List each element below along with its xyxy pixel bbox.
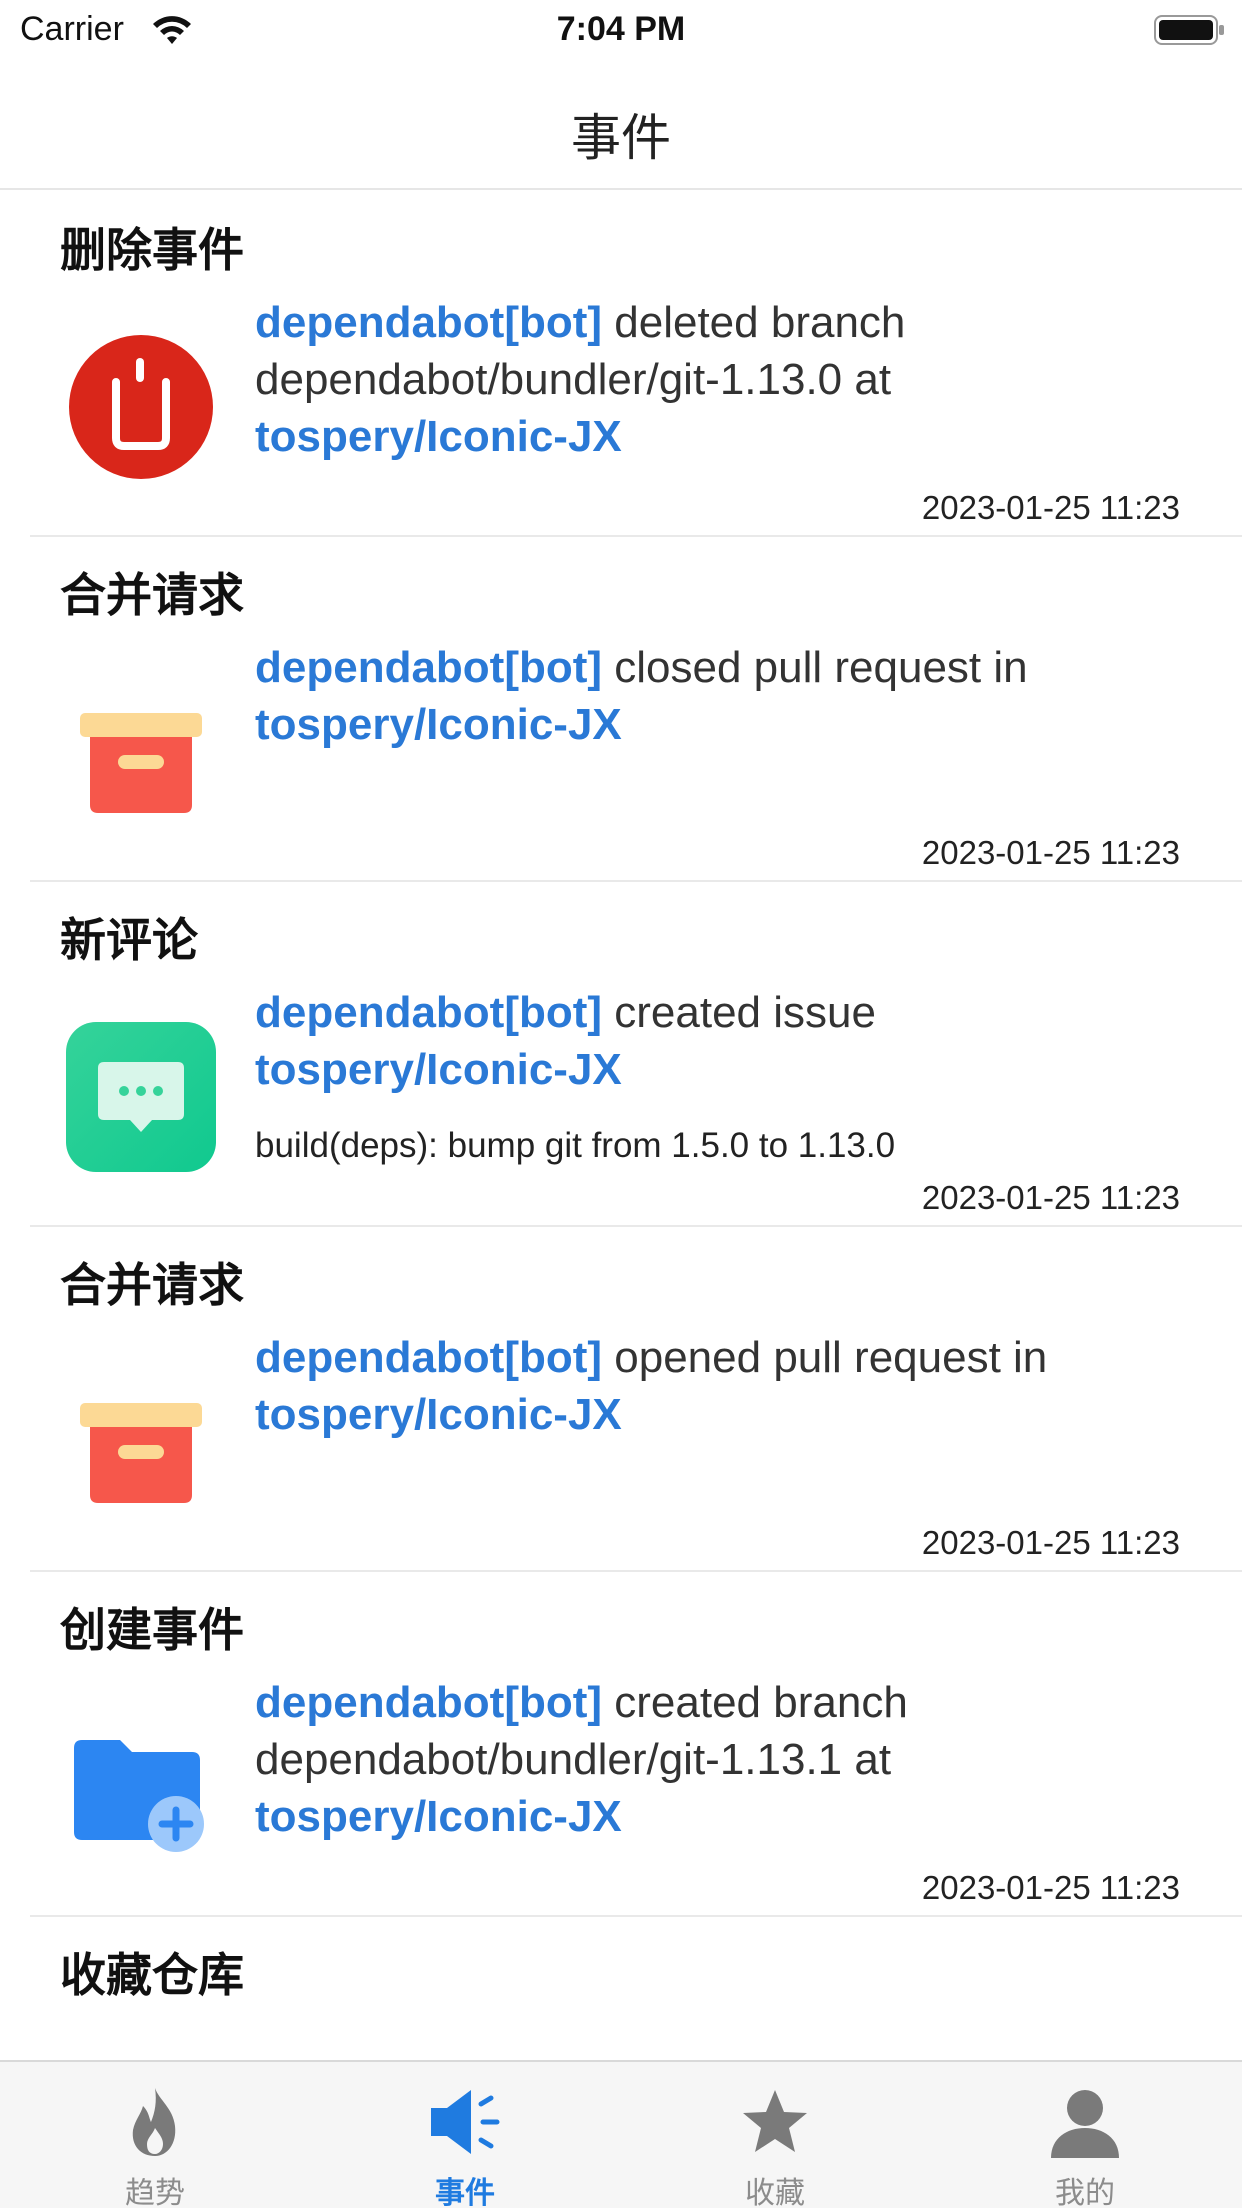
event-feed[interactable]: 删除事件 dependabot[bot] deleted branch depe… (0, 192, 1242, 2060)
comment-bubble-icon (66, 1022, 216, 1172)
event-timestamp: 2023-01-25 11:23 (921, 1869, 1180, 1906)
event-type-label: 删除事件 (60, 224, 244, 276)
tab-label: 事件 (435, 2177, 495, 2208)
battery-icon (1154, 15, 1224, 45)
event-timestamp: 2023-01-25 11:23 (921, 1524, 1180, 1561)
actor-link[interactable]: dependabot[bot] (255, 1333, 602, 1382)
status-bar: Carrier 7:04 PM (0, 0, 1242, 62)
event-body-text: build(deps): bump git from 1.5.0 to 1.13… (255, 1126, 896, 1165)
page-title: 事件 (571, 110, 671, 166)
event-action: opened pull request in (602, 1333, 1048, 1382)
repo-link[interactable]: tospery/Iconic-JX (255, 412, 622, 461)
repo-link[interactable]: tospery/Iconic-JX (255, 1792, 622, 1841)
tab-label: 我的 (1055, 2177, 1115, 2208)
event-action: closed pull request in (602, 643, 1028, 692)
flame-icon (132, 2088, 176, 2156)
event-card[interactable]: 删除事件 dependabot[bot] deleted branch depe… (0, 192, 1242, 537)
navigation-bar: 事件 (0, 62, 1242, 190)
event-description: dependabot[bot] opened pull request in t… (255, 1329, 1175, 1443)
star-icon (743, 2090, 807, 2152)
event-description: dependabot[bot] closed pull request in t… (255, 639, 1175, 753)
status-time: 7:04 PM (556, 10, 686, 48)
repo-link[interactable]: tospery/Iconic-JX (255, 700, 622, 749)
actor-link[interactable]: dependabot[bot] (255, 988, 602, 1037)
event-type-label: 合并请求 (60, 1259, 244, 1311)
event-card[interactable]: 新评论 dependabot[bot] created issue tosper… (0, 882, 1242, 1227)
tab-trending[interactable]: 趋势 (0, 2062, 310, 2208)
tab-favorites[interactable]: 收藏 (620, 2062, 930, 2208)
event-type-label: 新评论 (60, 914, 198, 966)
event-timestamp: 2023-01-25 11:23 (921, 1179, 1180, 1216)
archive-box-icon (80, 1403, 202, 1503)
event-action: created issue (602, 988, 876, 1037)
repo-link[interactable]: tospery/Iconic-JX (255, 1045, 622, 1094)
event-card[interactable]: 合并请求 dependabot[bot] closed pull request… (0, 537, 1242, 882)
user-icon (1051, 2090, 1119, 2158)
event-type-label: 收藏仓库 (60, 1949, 244, 2001)
folder-add-icon (74, 1740, 204, 1852)
delete-icon (69, 335, 213, 479)
tab-bar: 趋势 事件 收藏 我的 (0, 2060, 1242, 2208)
tab-label: 趋势 (125, 2177, 185, 2208)
archive-box-icon (80, 713, 202, 813)
event-description: dependabot[bot] created issue tospery/Ic… (255, 984, 1175, 1098)
tab-label: 收藏 (745, 2177, 805, 2208)
repo-link[interactable]: tospery/Iconic-JX (255, 1390, 622, 1439)
actor-link[interactable]: dependabot[bot] (255, 298, 602, 347)
event-type-label: 合并请求 (60, 569, 244, 621)
actor-link[interactable]: dependabot[bot] (255, 643, 602, 692)
event-description: dependabot[bot] deleted branch dependabo… (255, 294, 1175, 465)
event-timestamp: 2023-01-25 11:23 (921, 489, 1180, 526)
event-timestamp: 2023-01-25 11:23 (921, 834, 1180, 871)
event-card[interactable]: 收藏仓库 (0, 1917, 1242, 2060)
event-description: dependabot[bot] created branch dependabo… (255, 1674, 1175, 1845)
tab-profile[interactable]: 我的 (930, 2062, 1240, 2208)
actor-link[interactable]: dependabot[bot] (255, 1678, 602, 1727)
event-type-label: 创建事件 (60, 1604, 244, 1656)
event-card[interactable]: 合并请求 dependabot[bot] opened pull request… (0, 1227, 1242, 1572)
event-card[interactable]: 创建事件 dependabot[bot] created branch depe… (0, 1572, 1242, 1917)
tab-events[interactable]: 事件 (310, 2062, 620, 2208)
megaphone-icon (431, 2090, 500, 2154)
